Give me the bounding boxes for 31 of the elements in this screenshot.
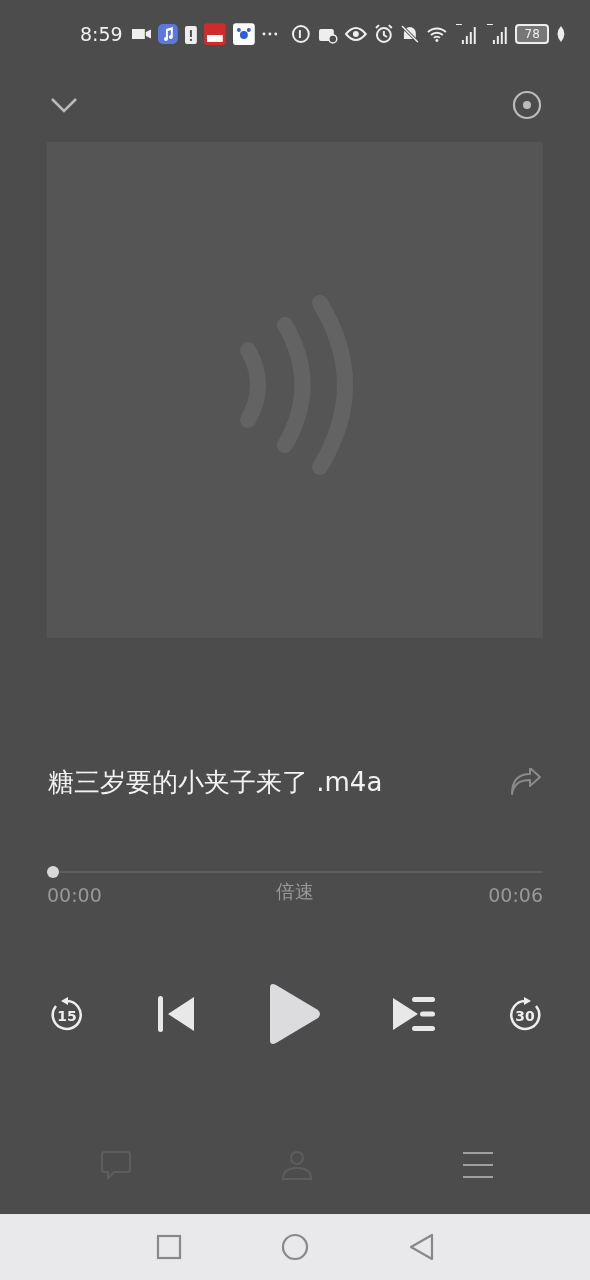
recents-button[interactable] bbox=[156, 1234, 182, 1260]
elapsed-time: 00:00 bbox=[47, 884, 102, 906]
forward-button[interactable]: 30 bbox=[506, 995, 544, 1033]
app-icon bbox=[204, 23, 226, 45]
play-next-button[interactable] bbox=[392, 996, 436, 1032]
music-note-icon bbox=[158, 24, 179, 44]
back-button[interactable] bbox=[408, 1233, 434, 1261]
menu-tab[interactable] bbox=[462, 1151, 494, 1179]
signal-icon bbox=[484, 24, 509, 44]
battery-alert-icon bbox=[185, 24, 198, 44]
wifi-icon bbox=[427, 26, 447, 42]
signal-icon bbox=[453, 24, 478, 44]
progress-track[interactable] bbox=[47, 866, 543, 878]
more-icon bbox=[261, 32, 278, 36]
previous-button[interactable] bbox=[156, 994, 196, 1034]
progress-thumb[interactable] bbox=[47, 866, 59, 878]
share-button[interactable] bbox=[510, 768, 542, 796]
leaf-icon bbox=[556, 26, 566, 42]
battery-level: 78 bbox=[515, 24, 550, 44]
bell-off-icon bbox=[400, 24, 421, 44]
collapse-button[interactable] bbox=[50, 97, 78, 113]
eye-icon bbox=[344, 27, 367, 41]
status-time: 8:59 bbox=[80, 23, 123, 45]
record-button[interactable] bbox=[512, 90, 542, 120]
alarm-icon bbox=[373, 24, 394, 44]
paw-icon bbox=[232, 23, 255, 45]
duration-time: 00:06 bbox=[488, 884, 543, 906]
track-title: 糖三岁要的小夹子来了 .m4a bbox=[48, 765, 383, 799]
video-camera-icon bbox=[131, 27, 152, 41]
home-button[interactable] bbox=[281, 1233, 309, 1261]
rewind-button[interactable]: 15 bbox=[48, 995, 86, 1033]
